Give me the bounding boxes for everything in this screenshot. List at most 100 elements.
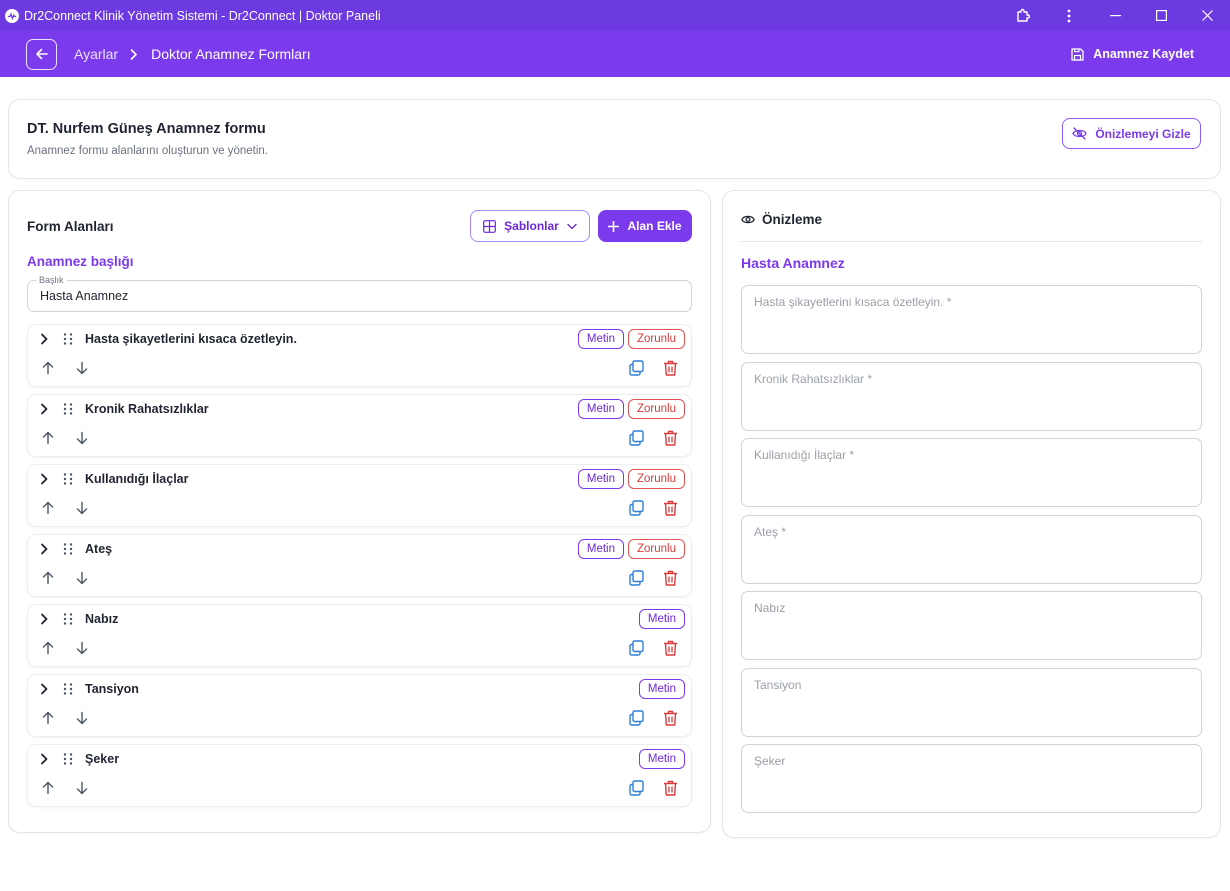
field-type-badge[interactable]: Metin	[638, 749, 685, 769]
field-row[interactable]: Şeker Metin	[27, 744, 692, 807]
chevron-right-icon[interactable]	[38, 613, 50, 625]
form-subtitle: Anamnez formu alanlarını oluşturun ve yö…	[27, 145, 268, 157]
arrow-down-icon[interactable]	[75, 501, 89, 515]
preview-placeholder: Hasta şikayetlerini kısaca özetleyin. *	[754, 295, 952, 309]
field-row[interactable]: Tansiyon Metin	[27, 674, 692, 737]
preview-form-title: Hasta Anamnez	[741, 255, 845, 271]
drag-handle-icon[interactable]	[63, 403, 73, 415]
copy-icon[interactable]	[629, 360, 644, 376]
field-badges: Metin	[638, 749, 685, 769]
field-required-badge[interactable]: Zorunlu	[628, 539, 685, 559]
preview-textarea[interactable]: Ateş *	[741, 514, 1202, 584]
field-required-badge[interactable]: Zorunlu	[628, 469, 685, 489]
field-badges: Metin	[638, 609, 685, 629]
eye-off-icon	[1072, 127, 1088, 140]
field-badges: Metin Zorunlu	[577, 329, 685, 349]
field-required-badge[interactable]: Zorunlu	[628, 329, 685, 349]
copy-icon[interactable]	[629, 710, 644, 726]
arrow-down-icon[interactable]	[75, 711, 89, 725]
form-fields-card: Form Alanları Şablonlar Alan Ekle Anamne…	[8, 190, 711, 833]
preview-textarea[interactable]: Kronik Rahatsızlıklar *	[741, 361, 1202, 431]
drag-handle-icon[interactable]	[63, 543, 73, 555]
drag-handle-icon[interactable]	[63, 473, 73, 485]
copy-icon[interactable]	[629, 780, 644, 796]
arrow-down-icon[interactable]	[75, 571, 89, 585]
drag-handle-icon[interactable]	[63, 613, 73, 625]
extensions-icon[interactable]	[1000, 0, 1046, 31]
arrow-up-icon[interactable]	[41, 361, 55, 375]
arrow-up-icon[interactable]	[41, 431, 55, 445]
chevron-right-icon[interactable]	[38, 333, 50, 345]
field-row[interactable]: Kullanıdığı İlaçlar Metin Zorunlu	[27, 464, 692, 527]
hide-preview-button[interactable]: Önizlemeyi Gizle	[1062, 118, 1201, 149]
trash-icon[interactable]	[663, 570, 678, 586]
field-badges: Metin Zorunlu	[577, 539, 685, 559]
chevron-down-icon	[567, 223, 577, 229]
back-button[interactable]	[26, 38, 57, 70]
field-type-badge[interactable]: Metin	[577, 539, 624, 559]
chevron-right-icon[interactable]	[38, 403, 50, 415]
maximize-icon[interactable]	[1138, 0, 1184, 31]
close-icon[interactable]	[1184, 0, 1230, 31]
arrow-up-icon[interactable]	[41, 641, 55, 655]
templates-dropdown[interactable]: Şablonlar	[470, 210, 590, 242]
breadcrumb-settings[interactable]: Ayarlar	[74, 46, 118, 62]
preview-divider	[741, 241, 1202, 242]
preview-title: Önizleme	[741, 212, 822, 227]
preview-textarea[interactable]: Hasta şikayetlerini kısaca özetleyin. *	[741, 285, 1202, 354]
trash-icon[interactable]	[663, 360, 678, 376]
field-type-badge[interactable]: Metin	[577, 329, 624, 349]
preview-textarea[interactable]: Tansiyon	[741, 667, 1202, 737]
field-required-badge[interactable]: Zorunlu	[628, 399, 685, 419]
arrow-up-icon[interactable]	[41, 711, 55, 725]
templates-label: Şablonlar	[504, 219, 559, 233]
preview-placeholder: Kronik Rahatsızlıklar *	[754, 371, 873, 386]
copy-icon[interactable]	[629, 500, 644, 516]
field-type-badge[interactable]: Metin	[638, 609, 685, 629]
trash-icon[interactable]	[663, 710, 678, 726]
field-type-badge[interactable]: Metin	[577, 399, 624, 419]
preview-placeholder: Kullanıdığı İlaçlar *	[754, 448, 855, 462]
drag-handle-icon[interactable]	[63, 683, 73, 695]
arrow-down-icon[interactable]	[75, 781, 89, 795]
chevron-right-icon[interactable]	[38, 473, 50, 485]
form-owner-title: DT. Nurfem Güneş Anamnez formu	[27, 121, 266, 137]
trash-icon[interactable]	[663, 500, 678, 516]
trash-icon[interactable]	[663, 640, 678, 656]
preview-textarea[interactable]: Şeker	[741, 744, 1202, 813]
field-row[interactable]: Ateş Metin Zorunlu	[27, 534, 692, 597]
arrow-up-icon[interactable]	[41, 571, 55, 585]
drag-handle-icon[interactable]	[63, 333, 73, 345]
copy-icon[interactable]	[629, 640, 644, 656]
save-anamnesis-button[interactable]: Anamnez Kaydet	[1071, 31, 1194, 77]
minimize-icon[interactable]	[1092, 0, 1138, 31]
add-field-button[interactable]: Alan Ekle	[598, 210, 692, 242]
field-row[interactable]: Kronik Rahatsızlıklar Metin Zorunlu	[27, 394, 692, 457]
field-row[interactable]: Nabız Metin	[27, 604, 692, 667]
preview-textarea[interactable]: Kullanıdığı İlaçlar *	[741, 438, 1202, 507]
copy-icon[interactable]	[629, 570, 644, 586]
field-type-badge[interactable]: Metin	[638, 679, 685, 699]
arrow-down-icon[interactable]	[75, 361, 89, 375]
arrow-up-icon[interactable]	[41, 781, 55, 795]
arrow-down-icon[interactable]	[75, 431, 89, 445]
arrow-up-icon[interactable]	[41, 501, 55, 515]
form-info-card: DT. Nurfem Güneş Anamnez formu Anamnez f…	[8, 99, 1221, 179]
trash-icon[interactable]	[663, 430, 678, 446]
arrow-down-icon[interactable]	[75, 641, 89, 655]
more-menu-icon[interactable]	[1046, 0, 1092, 31]
title-field[interactable]: Başlık	[27, 275, 692, 312]
drag-handle-icon[interactable]	[63, 753, 73, 765]
plus-icon	[608, 220, 620, 232]
preview-textarea[interactable]: Nabız	[741, 591, 1202, 660]
preview-placeholder: Şeker	[754, 754, 786, 768]
trash-icon[interactable]	[663, 780, 678, 796]
chevron-right-icon[interactable]	[38, 543, 50, 555]
chevron-right-icon[interactable]	[38, 753, 50, 765]
field-type-badge[interactable]: Metin	[577, 469, 624, 489]
chevron-right-icon[interactable]	[38, 683, 50, 695]
field-label: Kronik Rahatsızlıklar	[85, 402, 209, 416]
field-row[interactable]: Hasta şikayetlerini kısaca özetleyin. Met…	[27, 324, 692, 387]
title-input[interactable]	[28, 281, 691, 311]
copy-icon[interactable]	[629, 430, 644, 446]
